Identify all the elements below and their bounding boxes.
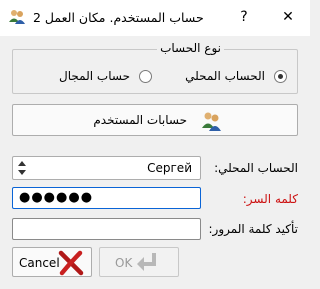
cancel-button[interactable]: Cancel [12,247,92,277]
title-bar: حساب المستخدم. مكان العمل 2 ? ✕ [0,0,310,36]
password-value: ●●●●●● [19,190,94,205]
account-type-group-title: نوع الحساب [157,41,224,55]
help-button[interactable]: ? [232,6,256,28]
domain-account-radio[interactable] [139,70,152,83]
local-account-radio[interactable] [274,70,287,83]
user-accounts-button-label: حسابات المستخدم [93,113,187,127]
confirm-password-field[interactable] [12,218,201,240]
cancel-button-label: Cancel [19,256,60,270]
ok-button-label: OK [115,256,133,270]
password-label: كلمه السر: [242,192,298,206]
local-account-value: Сергей [147,161,192,175]
local-account-label: الحساب المحلي: [214,161,298,175]
close-button[interactable]: ✕ [276,6,300,28]
users-icon [202,112,221,131]
user-accounts-button[interactable]: حسابات المستخدم [12,104,298,136]
local-account-select[interactable]: Сергей [12,156,201,180]
local-account-radio-label[interactable]: الحساب المحلي [185,69,265,83]
confirm-password-label: تأكيد كلمة المرور: [208,222,299,236]
enter-arrow-icon [137,253,156,271]
ok-button[interactable]: OK [99,247,179,277]
up-down-arrows-icon [18,161,26,175]
user-account-icon [9,10,25,24]
domain-account-radio-label[interactable]: حساب المجال [59,69,130,83]
red-x-icon [58,250,84,276]
window-title: حساب المستخدم. مكان العمل 2 [33,10,204,25]
password-field[interactable]: ●●●●●● [12,187,201,209]
